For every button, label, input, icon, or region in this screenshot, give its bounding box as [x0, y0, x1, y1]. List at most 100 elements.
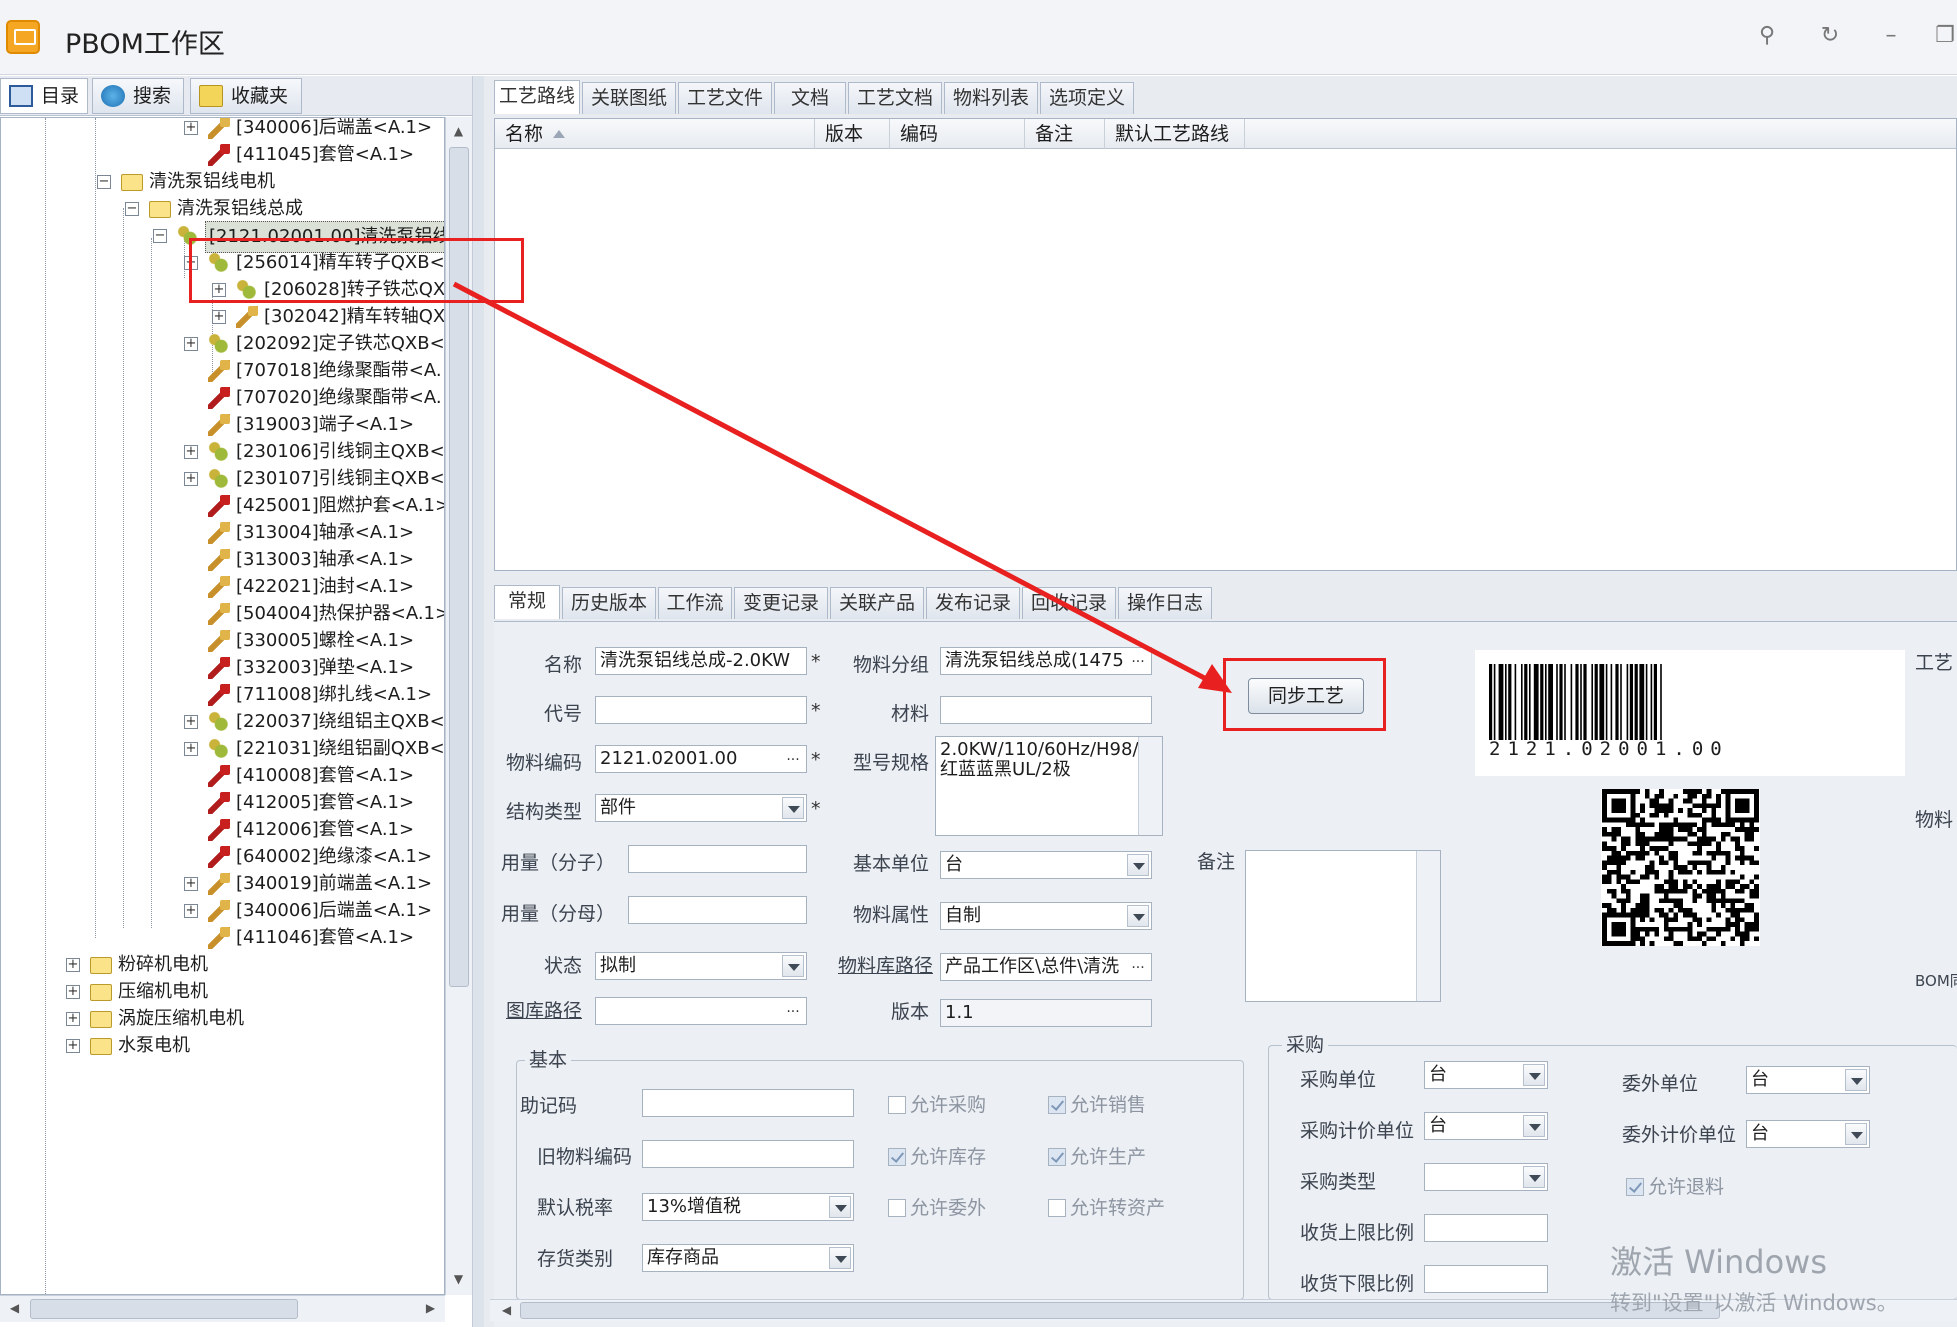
expand-icon[interactable]: + [184, 904, 198, 918]
tab-option-definition[interactable]: 选项定义 [1040, 82, 1134, 114]
checkbox-box[interactable] [1048, 1148, 1066, 1166]
code-input[interactable] [595, 696, 807, 724]
minimize-button[interactable]: – [1871, 18, 1911, 54]
browse-button[interactable]: ... [1127, 956, 1149, 978]
material-attr-select[interactable]: 自制 [940, 902, 1152, 930]
material-code-input[interactable]: 2121.02001.00... [595, 745, 807, 773]
refresh-icon[interactable]: ↻ [1810, 18, 1850, 54]
column-remark[interactable]: 备注 [1025, 119, 1105, 149]
stock-type-select[interactable]: 库存商品 [642, 1244, 854, 1272]
allow-stock-checkbox[interactable]: 允许库存 [888, 1142, 986, 1169]
column-default-route[interactable]: 默认工艺路线 [1105, 119, 1245, 149]
chevron-down-icon[interactable] [1523, 1064, 1545, 1086]
spec-textarea[interactable]: 2.0KW/110/60Hz/H98/红蓝蓝黑UL/2极 [935, 736, 1163, 836]
chevron-down-icon[interactable] [1127, 905, 1149, 927]
expand-icon[interactable]: + [66, 958, 80, 972]
collapse-icon[interactable]: − [153, 229, 167, 243]
tax-select[interactable]: 13%增值税 [642, 1193, 854, 1221]
expand-icon[interactable]: + [66, 985, 80, 999]
maximize-button[interactable]: ❐ [1925, 18, 1957, 54]
expand-icon[interactable]: + [184, 337, 198, 351]
checkbox-box[interactable] [888, 1148, 906, 1166]
purchase-unit-select[interactable]: 台 [1424, 1061, 1548, 1089]
expand-icon[interactable]: + [184, 472, 198, 486]
tab-operation-log[interactable]: 操作日志 [1118, 587, 1212, 619]
name-input[interactable]: 清洗泵铝线总成-2.0KW [595, 647, 807, 675]
expand-icon[interactable]: + [184, 742, 198, 756]
allow-asset-checkbox[interactable]: 允许转资产 [1048, 1193, 1165, 1220]
purchase-type-select[interactable] [1424, 1163, 1548, 1191]
scroll-thumb-horizontal[interactable] [30, 1299, 298, 1319]
tab-general[interactable]: 常规 [494, 585, 560, 619]
tab-search[interactable]: 搜索 [92, 78, 184, 114]
column-code[interactable]: 编码 [890, 119, 1025, 149]
scroll-down-icon[interactable]: ▼ [446, 1267, 471, 1292]
browse-button[interactable]: ... [782, 1000, 804, 1022]
process-route-grid[interactable]: 名称 版本 编码 备注 默认工艺路线 [494, 118, 1957, 571]
material-lib-path-link[interactable]: 物料库路径 [825, 951, 933, 978]
state-select[interactable]: 拟制 [595, 952, 807, 980]
drawing-path-input[interactable]: ... [595, 997, 807, 1025]
expand-icon[interactable]: + [66, 1012, 80, 1026]
drawing-path-link[interactable]: 图库路径 [490, 996, 582, 1023]
allow-purchase-checkbox[interactable]: 允许采购 [888, 1090, 986, 1117]
tab-favorites[interactable]: 收藏夹 [190, 78, 302, 114]
tab-process-docs[interactable]: 工艺文档 [848, 82, 942, 114]
base-unit-select[interactable]: 台 [940, 851, 1152, 879]
expand-icon[interactable]: + [212, 310, 226, 324]
chevron-down-icon[interactable] [1845, 1069, 1867, 1091]
browse-button[interactable]: ... [782, 748, 804, 770]
expand-icon[interactable]: + [184, 445, 198, 459]
material-group-input[interactable]: 清洗泵铝线总成(1475... [940, 647, 1152, 675]
allow-production-checkbox[interactable]: 允许生产 [1048, 1142, 1146, 1169]
checkbox-box[interactable] [1626, 1178, 1644, 1196]
tab-recycle-records[interactable]: 回收记录 [1022, 587, 1116, 619]
column-version[interactable]: 版本 [815, 119, 890, 149]
checkbox-box[interactable] [888, 1096, 906, 1114]
tab-related-drawings[interactable]: 关联图纸 [582, 82, 676, 114]
tab-change-records[interactable]: 变更记录 [734, 587, 828, 619]
collapse-icon[interactable]: − [97, 175, 111, 189]
search-icon[interactable]: ⚲ [1747, 18, 1787, 54]
scroll-up-icon[interactable]: ▲ [446, 119, 471, 144]
tab-release-records[interactable]: 发布记录 [926, 587, 1020, 619]
allow-sale-checkbox[interactable]: 允许销售 [1048, 1090, 1146, 1117]
tab-material-list[interactable]: 物料列表 [944, 82, 1038, 114]
expand-icon[interactable]: + [184, 121, 198, 135]
material-input[interactable] [940, 696, 1152, 724]
version-input[interactable]: 1.1 [940, 999, 1152, 1027]
spec-scrollbar[interactable] [1138, 737, 1162, 835]
tab-related-products[interactable]: 关联产品 [830, 587, 924, 619]
tab-history-versions[interactable]: 历史版本 [562, 587, 656, 619]
scroll-left-icon[interactable]: ◀ [2, 1296, 27, 1321]
tab-workflow[interactable]: 工作流 [658, 587, 732, 619]
receive-upper-input[interactable] [1424, 1214, 1548, 1242]
chevron-down-icon[interactable] [829, 1247, 851, 1269]
allow-outsource-checkbox[interactable]: 允许委外 [888, 1193, 986, 1220]
receive-lower-input[interactable] [1424, 1265, 1548, 1293]
tab-process-route[interactable]: 工艺路线 [494, 80, 580, 114]
checkbox-box[interactable] [888, 1199, 906, 1217]
mnemonic-input[interactable] [642, 1089, 854, 1117]
remark-scrollbar[interactable] [1416, 851, 1440, 1001]
tab-process-files[interactable]: 工艺文件 [678, 82, 772, 114]
chevron-down-icon[interactable] [1845, 1123, 1867, 1145]
tree-horizontal-scrollbar[interactable]: ◀ ▶ [0, 1295, 445, 1322]
qty-numerator-input[interactable] [628, 845, 807, 873]
chevron-down-icon[interactable] [1523, 1115, 1545, 1137]
old-code-input[interactable] [642, 1140, 854, 1168]
collapse-icon[interactable]: − [125, 202, 139, 216]
expand-icon[interactable]: + [184, 877, 198, 891]
checkbox-box[interactable] [1048, 1199, 1066, 1217]
scroll-left-icon[interactable]: ◀ [494, 1298, 519, 1323]
scroll-right-icon[interactable]: ▶ [418, 1296, 443, 1321]
chevron-down-icon[interactable] [782, 797, 804, 819]
expand-icon[interactable]: + [66, 1039, 80, 1053]
structure-type-select[interactable]: 部件 [595, 794, 807, 822]
scroll-thumb-horizontal[interactable] [520, 1302, 1720, 1319]
chevron-down-icon[interactable] [1523, 1166, 1545, 1188]
remark-textarea[interactable] [1245, 850, 1441, 1002]
chevron-down-icon[interactable] [829, 1196, 851, 1218]
qty-denominator-input[interactable] [628, 896, 807, 924]
tab-catalog[interactable]: 目录 [0, 78, 88, 114]
